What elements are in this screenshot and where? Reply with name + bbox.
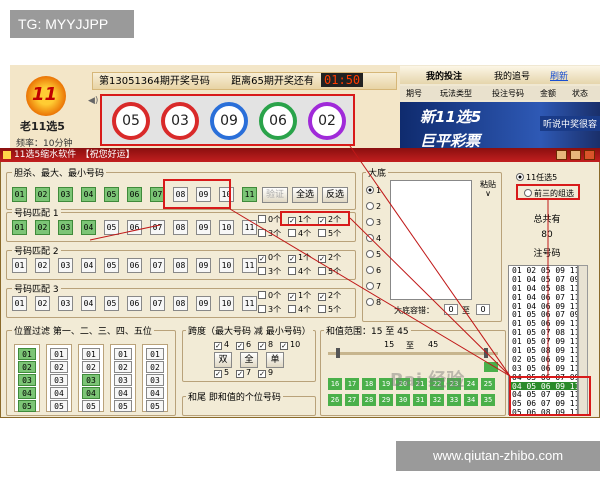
line-arrow [89,224,161,241]
line-kill-to-results [229,208,511,377]
line-balls-to-results [349,145,511,377]
annotation-lines [89,145,549,377]
line-match-to-results [349,217,511,377]
watermark-bottom: www.qiutan-zhibo.com [396,441,600,471]
